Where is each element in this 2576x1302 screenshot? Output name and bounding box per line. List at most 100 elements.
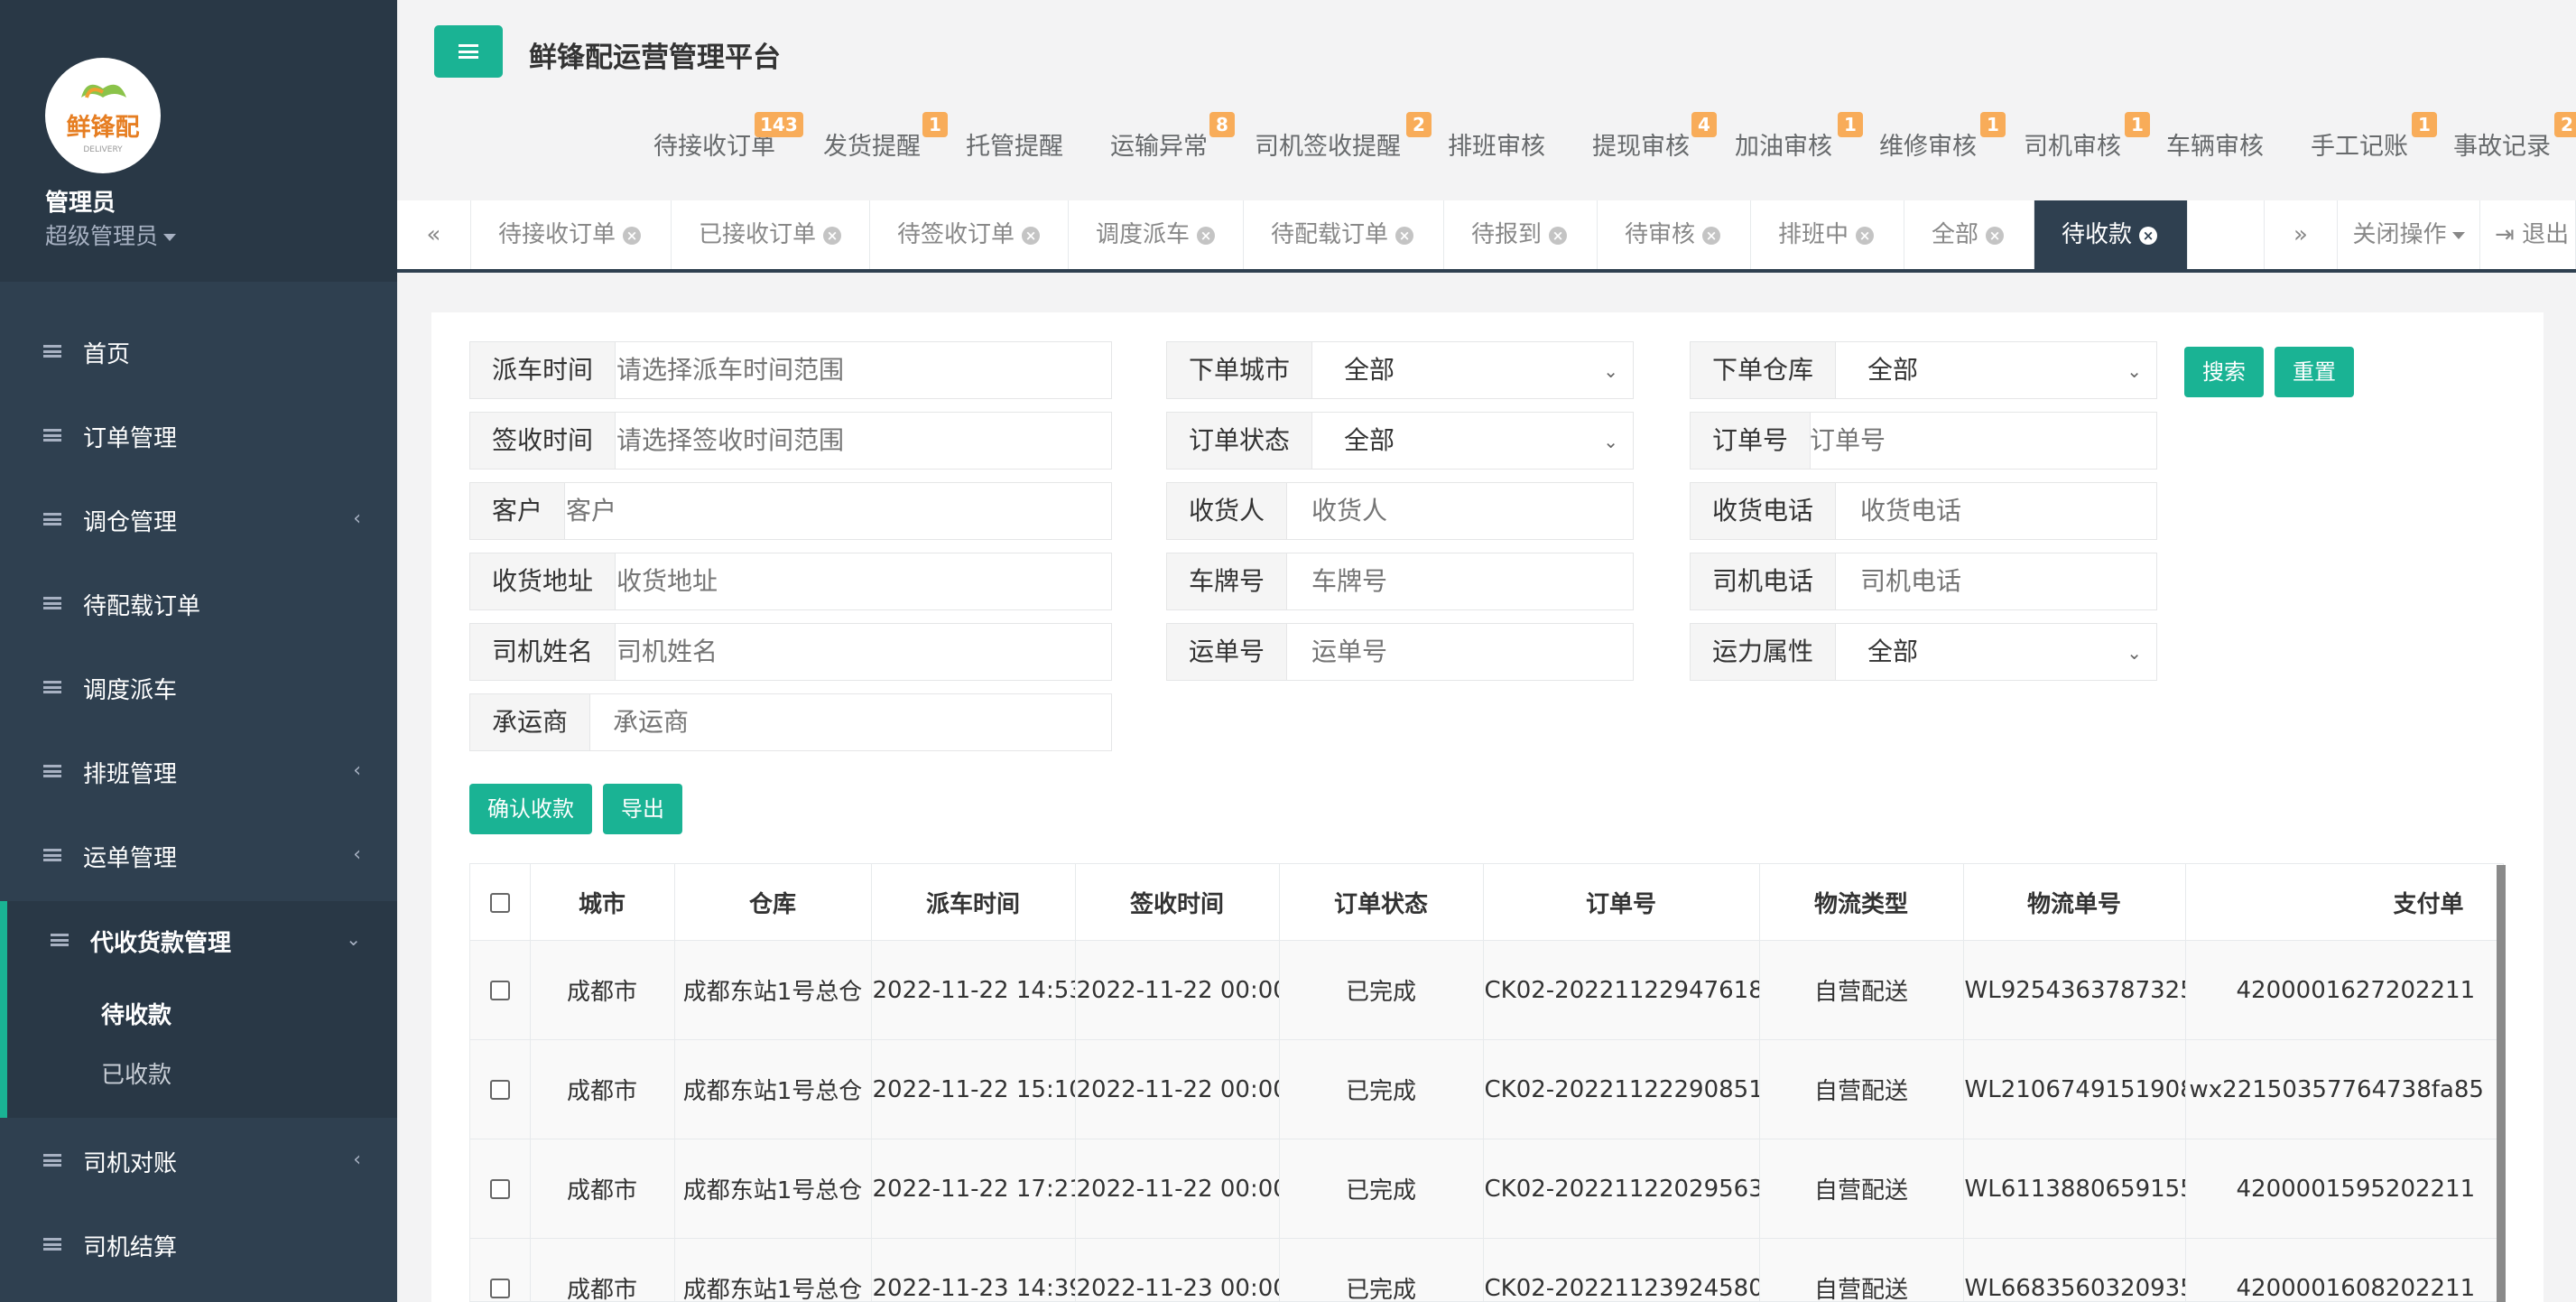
close-icon[interactable]: ×	[1395, 226, 1414, 245]
tab-received[interactable]: 已接收订单 ×	[672, 200, 870, 269]
order-no-input[interactable]	[1810, 413, 2144, 469]
submenu-item-unpaid[interactable]: 待收款	[101, 997, 171, 1030]
tabs-scroll-left-button[interactable]: «	[397, 200, 471, 269]
sidebar-toggle-button[interactable]	[434, 25, 503, 78]
row-checkbox[interactable]	[489, 1179, 510, 1199]
tab-pending-stowage[interactable]: 待配载订单 ×	[1244, 200, 1444, 269]
close-icon[interactable]: ×	[823, 226, 842, 245]
close-icon[interactable]: ×	[2139, 226, 2158, 245]
table-row[interactable]: 成都市 成都东站1号总仓 2022-11-22 17:21 2022-11-22…	[470, 1139, 2503, 1239]
menu-item-orders[interactable]: 订单管理	[0, 395, 397, 478]
reset-button[interactable]: 重置	[2275, 347, 2354, 397]
column-header[interactable]: 订单号	[1483, 864, 1760, 941]
tab-pending-checkin[interactable]: 待报到 ×	[1444, 200, 1598, 269]
close-icon[interactable]: ×	[1549, 226, 1568, 245]
notif-manual-accounting[interactable]: 手工记账	[2311, 126, 2408, 162]
close-icon[interactable]: ×	[1197, 226, 1216, 245]
customer-input[interactable]	[566, 483, 1098, 539]
receiver-input[interactable]	[1311, 483, 1618, 539]
filter-warehouse[interactable]: 下单仓库 全部 ⌄	[1690, 341, 2157, 399]
notif-driver-review[interactable]: 司机审核	[2024, 126, 2121, 162]
notif-repair-review[interactable]: 维修审核	[1879, 126, 1977, 162]
notif-driver-sign-reminder[interactable]: 司机签收提醒	[1255, 126, 1401, 162]
filter-capacity[interactable]: 运力属性 全部 ⌄	[1690, 623, 2157, 681]
cell-order-no: CK02-20221122029563	[1483, 1139, 1760, 1239]
notif-schedule-review[interactable]: 排班审核	[1448, 126, 1545, 162]
menu-item-home[interactable]: 首页	[0, 311, 397, 394]
menu-icon	[43, 765, 61, 777]
column-header[interactable]: 仓库	[674, 864, 872, 941]
table-row[interactable]: 成都市 成都东站1号总仓 2022-11-22 15:10 2022-11-22…	[470, 1039, 2503, 1139]
column-header[interactable]: 订单状态	[1279, 864, 1484, 941]
filter-order-city[interactable]: 下单城市 全部 ⌄	[1166, 341, 1634, 399]
tab-pending-review[interactable]: 待审核 ×	[1598, 200, 1751, 269]
table-row[interactable]: 成都市 成都东站1号总仓 2022-11-23 14:39 2022-11-23…	[470, 1238, 2503, 1301]
close-icon[interactable]: ×	[1702, 226, 1721, 245]
submenu-item-paid[interactable]: 已收款	[101, 1056, 171, 1090]
filter-label: 收货人	[1167, 483, 1288, 539]
notif-custody-reminder[interactable]: 托管提醒	[966, 126, 1063, 162]
close-icon[interactable]: ×	[623, 226, 642, 245]
address-input[interactable]	[616, 553, 1095, 609]
driver-phone-input[interactable]	[1860, 553, 2145, 609]
row-checkbox[interactable]	[489, 1279, 510, 1298]
carrier-input[interactable]	[613, 694, 1095, 750]
menu-item-cod-management[interactable]: 代收货款管理 ⌄	[0, 899, 397, 982]
export-button[interactable]: 导出	[603, 784, 682, 834]
notif-badge: 1	[1980, 112, 2006, 137]
plate-input[interactable]	[1311, 553, 1618, 609]
user-role-dropdown[interactable]: 超级管理员	[45, 219, 177, 251]
tab-scheduling[interactable]: 排班中 ×	[1751, 200, 1904, 269]
column-header[interactable]: 支付单	[2185, 864, 2503, 941]
page-tabs-bar: « 待接收订单 × 已接收订单 × 待签收订单 × 调度派车 × 待配载订单 × 待报到 ×…	[397, 200, 2576, 273]
row-checkbox[interactable]	[489, 1080, 510, 1100]
menu-item-waybills[interactable]: 运单管理 ‹	[0, 814, 397, 897]
table-row[interactable]: 成都市 成都东站1号总仓 2022-11-22 14:53 2022-11-22…	[470, 940, 2503, 1040]
cell-warehouse: 成都东站1号总仓	[674, 1039, 872, 1139]
dispatch-time-input[interactable]	[616, 342, 1095, 398]
waybill-input[interactable]	[1311, 624, 1618, 680]
receiver-phone-input[interactable]	[1860, 483, 2145, 539]
select-all-checkbox[interactable]	[489, 892, 510, 913]
notif-shipping-reminder[interactable]: 发货提醒	[823, 126, 921, 162]
menu-label: 运单管理	[83, 845, 178, 872]
tab-dispatch[interactable]: 调度派车 ×	[1069, 200, 1244, 269]
menu-item-driver-settlement[interactable]: 司机结算	[0, 1204, 397, 1287]
close-operations-dropdown[interactable]: 关闭操作	[2338, 200, 2480, 269]
column-header[interactable]: 城市	[530, 864, 675, 941]
notif-withdraw-review[interactable]: 提现审核	[1592, 126, 1690, 162]
close-icon[interactable]: ×	[1022, 226, 1041, 245]
tab-pending-receive[interactable]: 待接收订单 ×	[471, 200, 672, 269]
close-icon[interactable]: ×	[1856, 226, 1875, 245]
menu-item-warehouse-transfer[interactable]: 调仓管理 ‹	[0, 479, 397, 562]
tab-pending-payment[interactable]: 待收款 ×	[2034, 200, 2188, 269]
search-button[interactable]: 搜索	[2184, 347, 2264, 397]
close-icon[interactable]: ×	[1986, 226, 2005, 245]
notif-vehicle-review[interactable]: 车辆审核	[2166, 126, 2264, 162]
driver-name-input[interactable]	[616, 624, 1095, 680]
notif-accident-records[interactable]: 事故记录	[2453, 126, 2551, 162]
sign-time-input[interactable]	[616, 413, 1095, 469]
avatar[interactable]: 鲜锋配 DELIVERY	[45, 58, 161, 173]
menu-item-pending-stowage[interactable]: 待配载订单	[0, 563, 397, 646]
menu-item-scheduling[interactable]: 排班管理 ‹	[0, 730, 397, 814]
filter-customer: 客户	[469, 482, 1112, 540]
cell-order-no: CK02-20221123924580	[1483, 1238, 1760, 1301]
tabs-scroll-right-button[interactable]: »	[2264, 200, 2338, 269]
menu-item-dispatch[interactable]: 调度派车	[0, 646, 397, 730]
menu-item-driver-reconciliation[interactable]: 司机对账 ‹	[0, 1120, 397, 1203]
tab-pending-sign[interactable]: 待签收订单 ×	[870, 200, 1069, 269]
tab-all[interactable]: 全部 ×	[1904, 200, 2034, 269]
notif-transport-exception[interactable]: 运输异常	[1110, 126, 1208, 162]
row-select-cell	[470, 1139, 531, 1239]
row-checkbox[interactable]	[489, 981, 510, 1000]
column-header[interactable]: 派车时间	[871, 864, 1076, 941]
table-vertical-scrollbar[interactable]	[2497, 865, 2506, 1302]
notif-fuel-review[interactable]: 加油审核	[1735, 126, 1832, 162]
column-header[interactable]: 签收时间	[1075, 864, 1280, 941]
column-header[interactable]: 物流单号	[1963, 864, 2186, 941]
filter-order-status[interactable]: 订单状态 全部 ⌄	[1166, 412, 1634, 470]
column-header[interactable]: 物流类型	[1759, 864, 1964, 941]
logout-button[interactable]: ⇥ 退出	[2480, 200, 2576, 269]
confirm-payment-button[interactable]: 确认收款	[469, 784, 592, 834]
